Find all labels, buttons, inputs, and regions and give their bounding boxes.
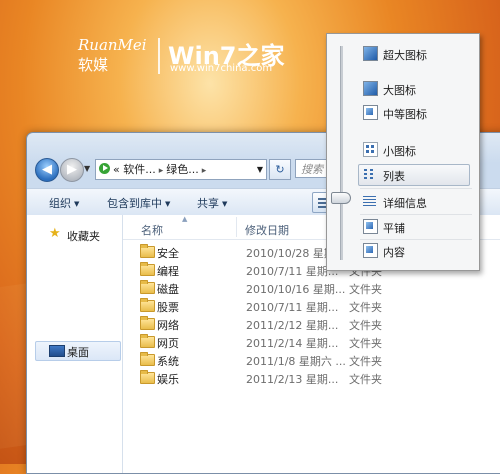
file-date: 2011/2/14 星期...	[246, 337, 339, 350]
list-view-icon	[363, 167, 376, 180]
column-header-name[interactable]: 名称	[141, 222, 163, 238]
address-bar[interactable]: « 软件... ▸ 绿色... ▸ ▼	[95, 159, 267, 180]
recent-pages-dropdown[interactable]: ▼	[84, 164, 90, 173]
file-row[interactable]: 系统 2011/1/8 星期六 ... 文件夹	[123, 351, 500, 369]
caret-down-icon: ▼	[165, 200, 171, 208]
medium-icons-icon	[363, 105, 378, 120]
file-date: 2010/7/11 星期...	[246, 301, 339, 314]
address-overflow[interactable]: «	[113, 163, 120, 176]
folder-icon	[140, 370, 155, 384]
include-in-library-label: 包含到库中	[107, 197, 162, 210]
content-view-icon	[363, 243, 378, 258]
menu-item-label: 列表	[383, 170, 405, 183]
arrow-right-icon: ▶	[67, 162, 77, 177]
view-size-slider-track[interactable]	[340, 46, 343, 260]
menu-item-label: 平铺	[383, 222, 405, 235]
file-row[interactable]: 娱乐 2011/2/13 星期... 文件夹	[123, 369, 500, 387]
nav-label-desktop: 桌面	[67, 346, 89, 359]
refresh-button[interactable]: ↻	[269, 159, 291, 180]
nav-label-favorites: 收藏夹	[67, 230, 100, 243]
file-date: 2011/1/8 星期六 ...	[246, 355, 346, 368]
share-label: 共享	[197, 197, 219, 210]
file-row[interactable]: 网络 2011/2/12 星期... 文件夹	[123, 315, 500, 333]
file-date: 2011/2/13 星期...	[246, 373, 339, 386]
organize-button[interactable]: 组织 ▼	[49, 195, 79, 211]
refresh-icon: ↻	[275, 163, 285, 176]
include-in-library-button[interactable]: 包含到库中 ▼	[107, 195, 170, 211]
view-options-menu: 超大图标 大图标 中等图标 小图标 列表 详细信息 平铺 内容	[326, 33, 480, 271]
file-name: 股票	[157, 301, 179, 314]
menu-separator	[360, 214, 472, 215]
back-button[interactable]: ◀	[35, 158, 59, 182]
share-button[interactable]: 共享 ▼	[197, 195, 227, 211]
file-type: 文件夹	[349, 337, 382, 350]
folder-icon	[140, 244, 155, 258]
menu-item-label: 中等图标	[383, 108, 427, 121]
file-type: 文件夹	[349, 283, 382, 296]
address-segment-2[interactable]: 绿色...	[166, 163, 199, 176]
forward-button[interactable]: ▶	[60, 158, 84, 182]
folder-icon	[140, 334, 155, 348]
brand-divider	[158, 38, 160, 74]
menu-item-label: 超大图标	[383, 49, 427, 62]
menu-item-label: 小图标	[383, 145, 416, 158]
address-dropdown-icon[interactable]: ▼	[257, 160, 263, 179]
file-name: 编程	[157, 265, 179, 278]
navigation-pane: ★ 收藏夹 桌面	[27, 215, 123, 473]
file-type: 文件夹	[349, 373, 382, 386]
file-date: 2010/7/11 星期...	[246, 265, 339, 278]
folder-icon	[140, 280, 155, 294]
brand-url: www.win7china.com	[170, 63, 273, 74]
organize-label: 组织	[49, 197, 71, 210]
folder-icon	[140, 352, 155, 366]
file-type: 文件夹	[349, 355, 382, 368]
file-row[interactable]: 网页 2011/2/14 星期... 文件夹	[123, 333, 500, 351]
file-date: 2011/2/12 星期...	[246, 319, 339, 332]
menu-item-label: 内容	[383, 246, 405, 259]
details-view-icon	[363, 194, 376, 207]
file-name: 磁盘	[157, 283, 179, 296]
location-icon	[99, 163, 110, 174]
brand-ruanmei-cn: 软媒	[78, 56, 109, 74]
folder-icon	[140, 316, 155, 330]
file-name: 网页	[157, 337, 179, 350]
large-icons-icon	[363, 81, 378, 96]
file-name: 系统	[157, 355, 179, 368]
file-name: 网络	[157, 319, 179, 332]
menu-separator	[360, 239, 472, 240]
file-type: 文件夹	[349, 301, 382, 314]
file-row[interactable]: 磁盘 2010/10/16 星期... 文件夹	[123, 279, 500, 297]
desktop-icon	[49, 345, 65, 357]
address-separator[interactable]: ▸	[202, 166, 207, 176]
address-separator[interactable]: ▸	[159, 166, 164, 176]
file-name: 安全	[157, 247, 179, 260]
file-row[interactable]: 股票 2010/7/11 星期... 文件夹	[123, 297, 500, 315]
folder-icon	[140, 298, 155, 312]
brand-ruanmei: RuanMei	[78, 36, 147, 54]
column-divider[interactable]	[236, 217, 237, 237]
small-icons-icon	[363, 142, 378, 157]
folder-icon	[140, 262, 155, 276]
extra-large-icons-icon	[363, 46, 378, 61]
address-segment-1[interactable]: 软件...	[123, 163, 156, 176]
tiles-view-icon	[363, 219, 378, 234]
arrow-left-icon: ◀	[42, 162, 52, 177]
caret-down-icon: ▼	[74, 200, 80, 208]
file-date: 2010/10/16 星期...	[246, 283, 346, 296]
menu-item-label: 详细信息	[383, 197, 427, 210]
star-icon: ★	[49, 226, 61, 241]
sort-ascending-icon: ▲	[182, 215, 188, 223]
file-type: 文件夹	[349, 319, 382, 332]
caret-down-icon: ▼	[222, 200, 228, 208]
file-name: 娱乐	[157, 373, 179, 386]
menu-item-label: 大图标	[383, 84, 416, 97]
column-header-date-modified[interactable]: 修改日期	[245, 222, 289, 238]
view-size-slider-thumb[interactable]	[331, 192, 351, 204]
menu-separator	[360, 188, 472, 189]
